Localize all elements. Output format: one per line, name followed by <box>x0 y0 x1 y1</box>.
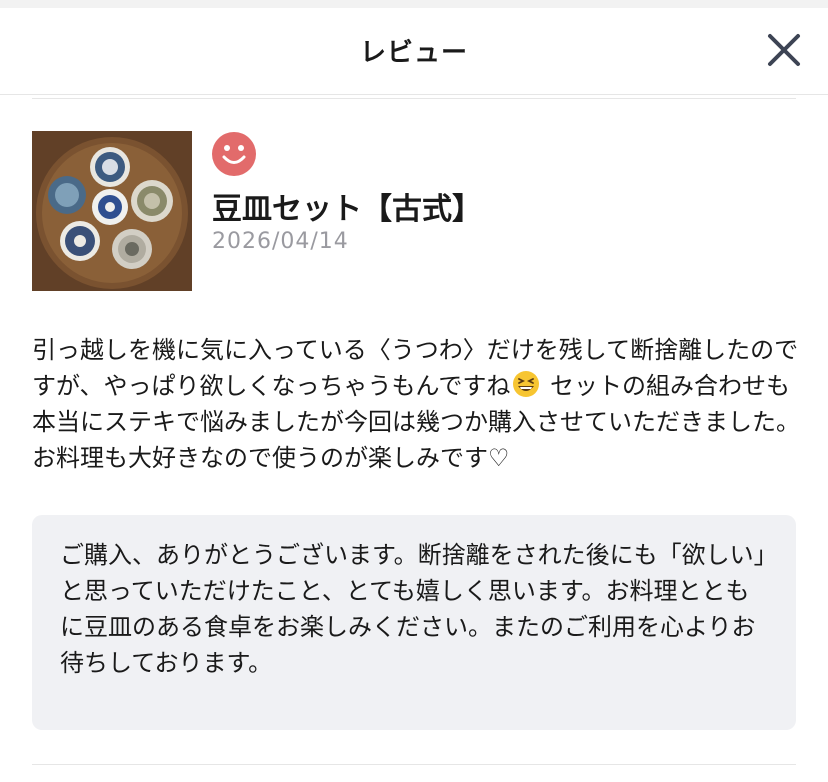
reply-text: ご購入、ありがとうございます。断捨離をされた後にも「欲しい」と思っていただけたこ… <box>60 541 766 677</box>
close-icon <box>768 34 800 66</box>
grinning-squinting-face-icon <box>512 370 540 398</box>
product-title: 豆皿セット【古式】 <box>212 192 482 227</box>
status-strip <box>0 0 828 8</box>
product-image <box>32 131 192 291</box>
divider <box>32 98 796 99</box>
close-button[interactable] <box>762 28 806 72</box>
review-body: 引っ越しを機に気に入っている〈うつわ〉だけを残して断捨離したのですが、やっぱり欲… <box>32 332 802 476</box>
divider <box>32 764 796 765</box>
smiley-face-icon <box>212 132 256 176</box>
page-title: レビュー <box>359 38 468 68</box>
modal-header: レビュー <box>0 8 828 95</box>
review-date: 2026/04/14 <box>212 229 349 254</box>
shop-reply: ご購入、ありがとうございます。断捨離をされた後にも「欲しい」と思っていただけたこ… <box>32 515 796 730</box>
